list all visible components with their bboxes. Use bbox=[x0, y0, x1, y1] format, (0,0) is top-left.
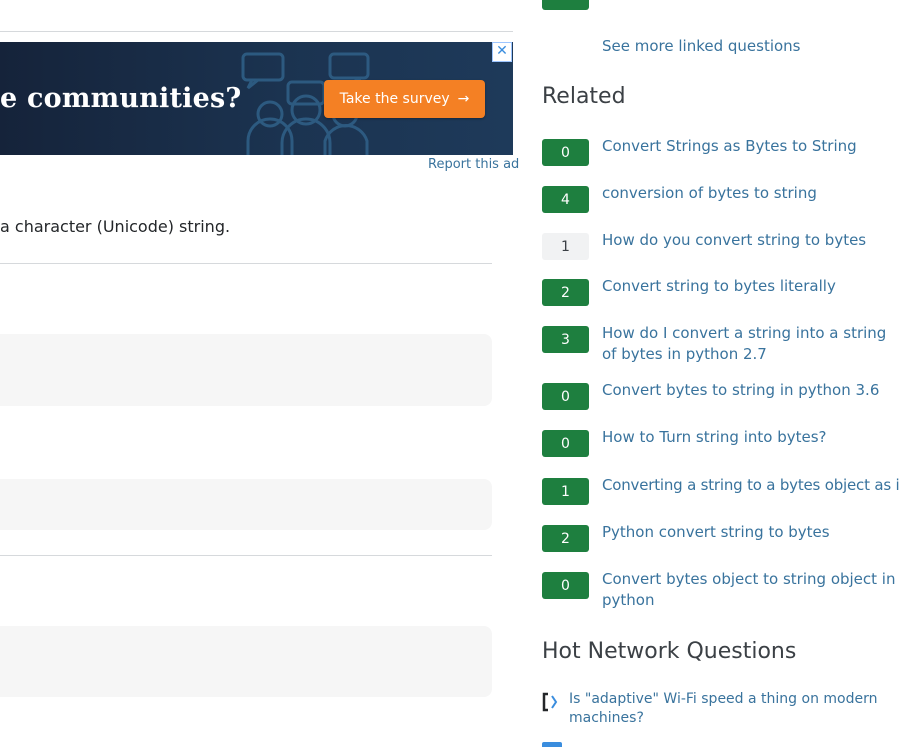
related-question-link[interactable]: How to Turn string into bytes? bbox=[602, 427, 900, 448]
vote-count-badge: 4 bbox=[542, 186, 589, 213]
related-question-link[interactable]: Convert bytes to string in python 3.6 bbox=[602, 380, 900, 401]
related-question-link[interactable]: Convert string to bytes literally bbox=[602, 276, 900, 297]
ad-headline: e communities? bbox=[0, 83, 242, 114]
linked-vote-badge bbox=[542, 0, 589, 10]
take-survey-label: Take the survey bbox=[339, 91, 450, 107]
stack-exchange-site-icon bbox=[542, 692, 558, 712]
vote-count-badge: 3 bbox=[542, 326, 589, 353]
question-divider bbox=[0, 263, 492, 264]
vote-count-badge: 2 bbox=[542, 525, 589, 552]
code-block bbox=[0, 626, 492, 697]
top-divider bbox=[0, 31, 513, 32]
vote-count-badge: 0 bbox=[542, 383, 589, 410]
related-question-link[interactable]: Convert bytes object to string object in… bbox=[602, 569, 900, 611]
related-question-link[interactable]: Python convert string to bytes bbox=[602, 522, 900, 543]
take-survey-button[interactable]: Take the survey → bbox=[324, 80, 485, 118]
vote-count-badge: 0 bbox=[542, 430, 589, 457]
related-question-link[interactable]: How do you convert string to bytes bbox=[602, 230, 900, 251]
hot-network-questions-heading: Hot Network Questions bbox=[542, 639, 797, 664]
vote-count-badge: 1 bbox=[542, 478, 589, 505]
hot-network-question-link[interactable]: Is "adaptive" Wi-Fi speed a thing on mod… bbox=[569, 690, 889, 728]
arrow-right-icon: → bbox=[457, 91, 470, 107]
related-question-link[interactable]: conversion of bytes to string bbox=[602, 183, 900, 204]
site-icon bbox=[542, 742, 562, 747]
vote-count-badge: 0 bbox=[542, 572, 589, 599]
vote-count-badge: 2 bbox=[542, 279, 589, 306]
close-ad-icon[interactable]: ✕ bbox=[492, 42, 512, 62]
related-question-link[interactable]: Convert Strings as Bytes to String bbox=[602, 136, 900, 157]
code-block bbox=[0, 479, 492, 530]
question-body-text: a character (Unicode) string. bbox=[0, 217, 231, 236]
report-ad-link[interactable]: Report this ad bbox=[428, 157, 519, 172]
vote-count-badge: 1 bbox=[542, 233, 589, 260]
code-block bbox=[0, 334, 492, 406]
answer-divider bbox=[0, 555, 492, 556]
see-more-linked-link[interactable]: See more linked questions bbox=[602, 37, 801, 55]
vote-count-badge: 0 bbox=[542, 139, 589, 166]
related-heading: Related bbox=[542, 84, 626, 109]
related-question-link[interactable]: How do I convert a string into a string … bbox=[602, 323, 900, 365]
related-question-link[interactable]: Converting a string to a bytes object as… bbox=[602, 475, 900, 496]
